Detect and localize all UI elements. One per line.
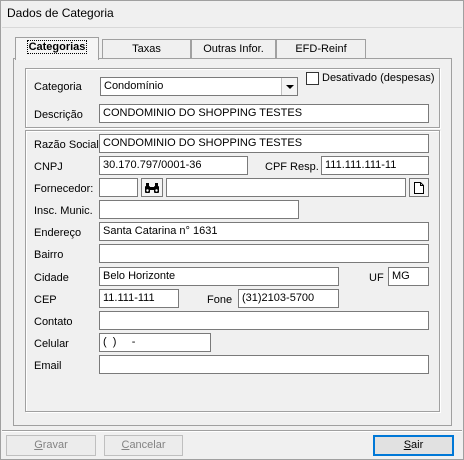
desativado-checkbox[interactable] <box>306 72 319 85</box>
uf-field[interactable]: MG <box>388 267 429 286</box>
cep-field[interactable]: 11.111-111 <box>99 289 179 308</box>
fornecedor-code-field[interactable] <box>99 178 138 197</box>
celular-label: Celular <box>34 338 69 350</box>
binoculars-icon[interactable] <box>141 178 163 197</box>
bairro-field[interactable] <box>99 244 429 263</box>
endereco-field[interactable]: Santa Catarina n° 1631 <box>99 222 429 241</box>
categoria-label: Categoria <box>34 81 82 93</box>
tab-outras-infor[interactable]: Outras Infor. <box>191 39 276 60</box>
tab-categorias[interactable]: Categorias <box>15 37 99 60</box>
dialog-window: Dados de Categoria Categorias Taxas Outr… <box>0 0 464 460</box>
descricao-label: Descrição <box>34 109 83 121</box>
cancelar-button[interactable]: Cancelar <box>104 435 183 456</box>
cpf-label: CPF Resp. <box>265 161 319 173</box>
fone-field[interactable]: (31)2103-5700 <box>238 289 339 308</box>
binoculars-svg <box>145 182 159 193</box>
chevron-down-icon[interactable] <box>281 78 297 95</box>
razao-label: Razão Social <box>34 139 99 151</box>
endereco-label: Endereço <box>34 227 82 239</box>
sair-button[interactable]: Sair <box>373 435 454 456</box>
bottom-divider <box>2 430 462 432</box>
razao-field[interactable]: CONDOMINIO DO SHOPPING TESTES <box>99 134 429 153</box>
desativado-label: Desativado (despesas) <box>322 72 435 84</box>
bairro-label: Bairro <box>34 249 64 261</box>
insc-label: Insc. Munic. <box>34 205 93 217</box>
title-divider <box>2 27 462 28</box>
fornecedor-label: Fornecedor: <box>34 183 94 195</box>
contato-label: Contato <box>34 316 73 328</box>
new-document-icon[interactable] <box>409 178 429 197</box>
descricao-field[interactable]: CONDOMINIO DO SHOPPING TESTES <box>99 104 429 123</box>
window-title: Dados de Categoria <box>7 6 114 20</box>
cep-label: CEP <box>34 294 57 306</box>
fornecedor-name-field[interactable] <box>166 178 406 197</box>
tab-efd-reinf[interactable]: EFD-Reinf <box>276 39 366 60</box>
uf-label: UF <box>369 272 384 284</box>
celular-field[interactable]: ( ) - <box>99 333 211 352</box>
fone-label: Fone <box>207 294 233 306</box>
email-field[interactable] <box>99 355 429 374</box>
new-document-svg <box>414 181 424 194</box>
cpf-field[interactable]: 111.111.111-11 <box>321 156 429 175</box>
insc-field[interactable] <box>99 200 299 219</box>
categoria-selected: Condomínio <box>104 80 164 92</box>
tab-taxas[interactable]: Taxas <box>102 39 191 60</box>
gravar-button[interactable]: Gravar <box>6 435 96 456</box>
contato-field[interactable] <box>99 311 429 330</box>
cnpj-field[interactable]: 30.170.797/0001-36 <box>99 156 248 175</box>
cnpj-label: CNPJ <box>34 161 63 173</box>
categoria-select[interactable]: Condomínio <box>100 77 298 96</box>
email-label: Email <box>34 360 62 372</box>
cidade-field[interactable]: Belo Horizonte <box>99 267 339 286</box>
cidade-label: Cidade <box>34 272 69 284</box>
